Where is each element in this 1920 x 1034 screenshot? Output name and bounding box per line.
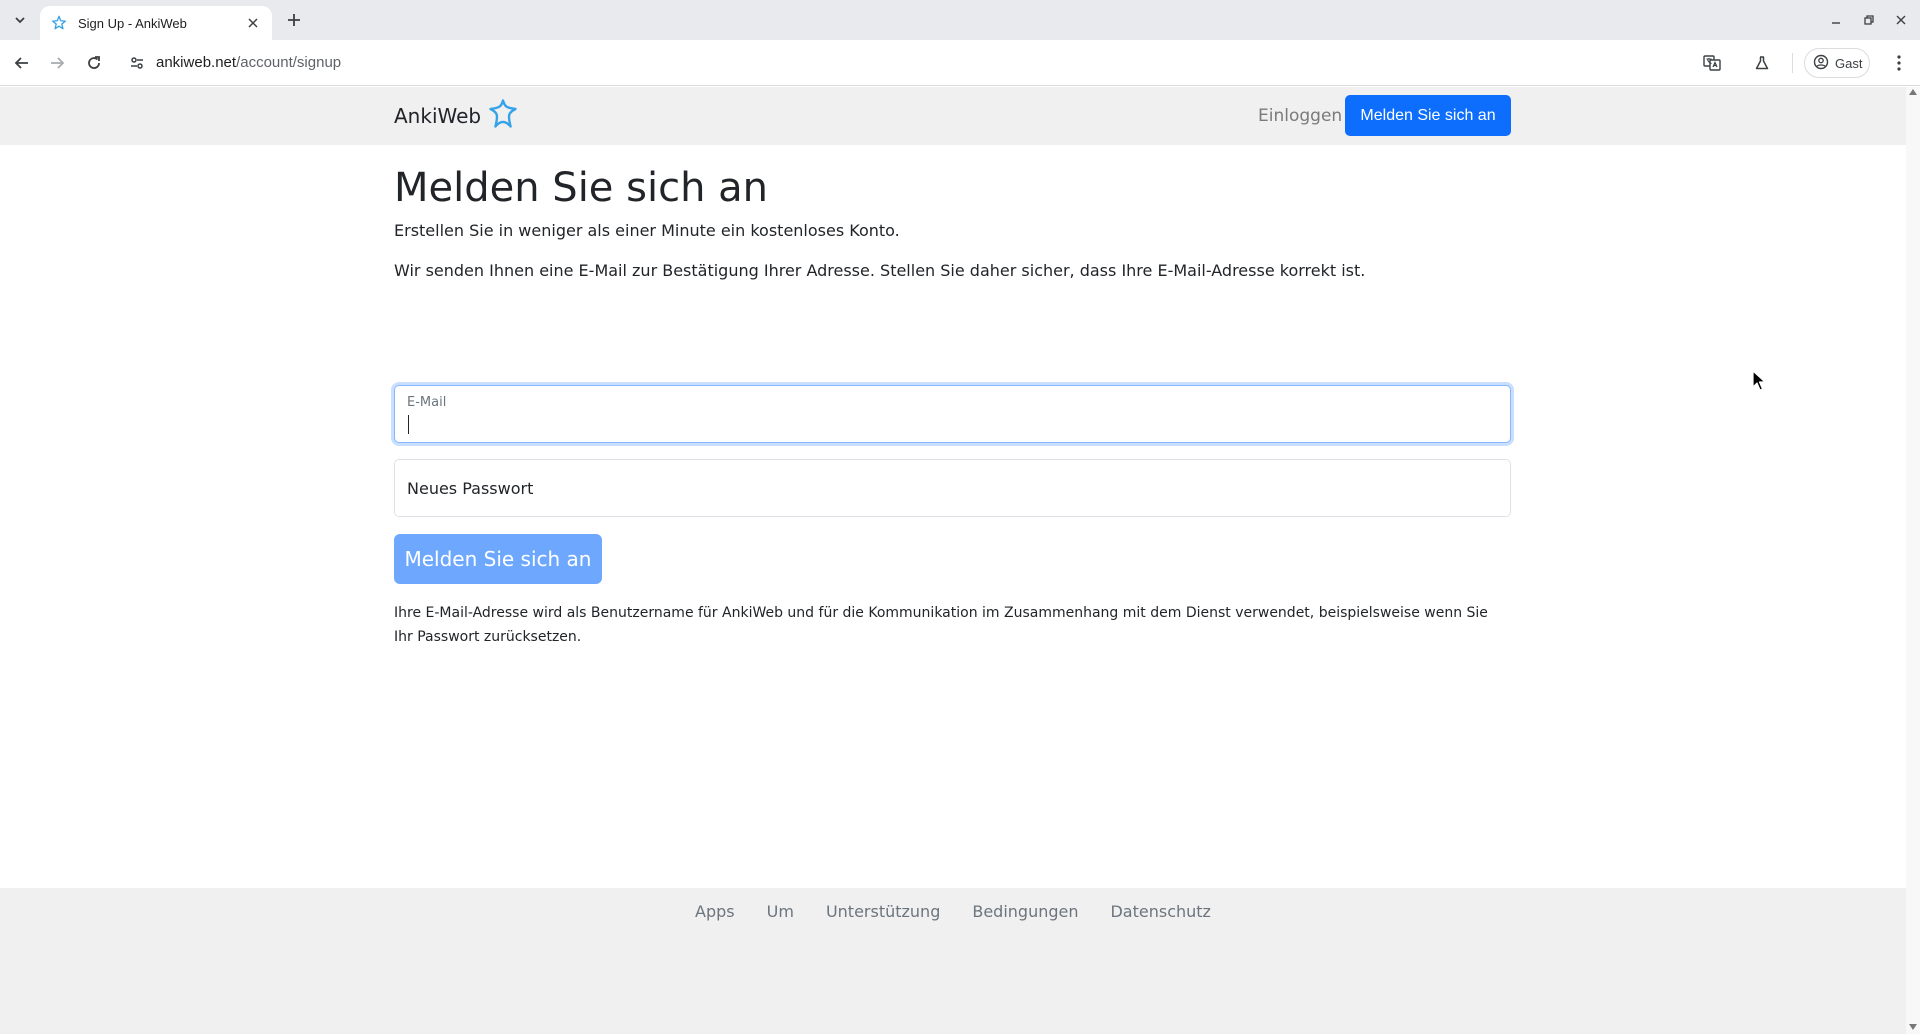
browser-toolbar: ankiweb.net/account/signup Gast	[0, 40, 1920, 86]
window-restore-icon[interactable]	[1857, 8, 1881, 32]
email-field[interactable]: E-Mail	[394, 385, 1511, 443]
scroll-down-arrow-icon[interactable]	[1909, 1024, 1917, 1030]
anki-star-logo-icon	[487, 98, 519, 134]
tab-close-icon[interactable]	[244, 14, 262, 32]
page-scrollbar[interactable]	[1906, 87, 1920, 1034]
footer-link-about[interactable]: Um	[767, 900, 794, 924]
new-tab-plus-icon[interactable]	[282, 8, 306, 32]
password-field[interactable]: Neues Passwort	[394, 459, 1511, 517]
email-field-label: E-Mail	[407, 395, 447, 410]
reload-icon[interactable]	[79, 48, 109, 78]
password-field-placeholder: Neues Passwort	[407, 479, 534, 498]
profile-guest-button[interactable]: Gast	[1804, 48, 1870, 78]
scroll-up-arrow-icon[interactable]	[1909, 89, 1917, 95]
url-path: /account/signup	[236, 54, 342, 71]
brand-link[interactable]: AnkiWeb	[394, 98, 519, 134]
labs-flask-icon[interactable]	[1749, 50, 1775, 76]
footer-link-terms[interactable]: Bedingungen	[972, 900, 1078, 924]
url-host: ankiweb.net	[156, 54, 237, 71]
footer-link-apps[interactable]: Apps	[695, 900, 735, 924]
toolbar-divider	[1792, 53, 1793, 73]
username-note: Ihre E-Mail-Adresse wird als Benutzernam…	[394, 605, 1488, 645]
site-footer: Apps Um Unterstützung Bedingungen Datens…	[0, 888, 1906, 1034]
browser-tab-active[interactable]: Sign Up - AnkiWeb	[40, 6, 272, 40]
site-navbar: AnkiWeb Einloggen Melden Sie sich an	[0, 87, 1906, 145]
browser-menu-kebab-icon[interactable]	[1886, 50, 1912, 76]
translate-icon[interactable]	[1699, 50, 1725, 76]
email-input[interactable]	[407, 414, 1497, 436]
window-minimize-icon[interactable]	[1824, 8, 1848, 32]
address-bar[interactable]: ankiweb.net/account/signup	[156, 52, 341, 74]
tab-search-chevron-icon[interactable]	[8, 8, 32, 32]
mouse-pointer-icon	[1752, 370, 1768, 392]
brand-name: AnkiWeb	[394, 104, 482, 128]
site-info-tune-icon[interactable]	[126, 52, 148, 74]
window-close-icon[interactable]	[1889, 8, 1913, 32]
ankiweb-star-favicon-icon	[50, 14, 68, 32]
page-viewport: AnkiWeb Einloggen Melden Sie sich an Mel…	[0, 87, 1906, 1034]
signup-submit-button[interactable]: Melden Sie sich an	[394, 534, 602, 584]
browser-tab-bar: Sign Up - AnkiWeb	[0, 0, 1920, 40]
page-title: Melden Sie sich an	[394, 165, 769, 211]
tab-title: Sign Up - AnkiWeb	[78, 15, 187, 31]
guest-account-icon	[1813, 54, 1829, 73]
intro-text: Erstellen Sie in weniger als einer Minut…	[394, 221, 900, 240]
forward-arrow-icon[interactable]	[42, 48, 72, 78]
nav-signup-button[interactable]: Melden Sie sich an	[1345, 95, 1511, 136]
nav-login-link[interactable]: Einloggen	[1258, 105, 1342, 127]
confirmation-info-text: Wir senden Ihnen eine E-Mail zur Bestäti…	[394, 261, 1366, 280]
footer-links: Apps Um Unterstützung Bedingungen Datens…	[0, 900, 1906, 924]
profile-label: Gast	[1835, 55, 1863, 71]
back-arrow-icon[interactable]	[7, 48, 37, 78]
text-caret	[408, 415, 409, 434]
footer-link-privacy[interactable]: Datenschutz	[1110, 900, 1210, 924]
footer-link-support[interactable]: Unterstützung	[826, 900, 940, 924]
